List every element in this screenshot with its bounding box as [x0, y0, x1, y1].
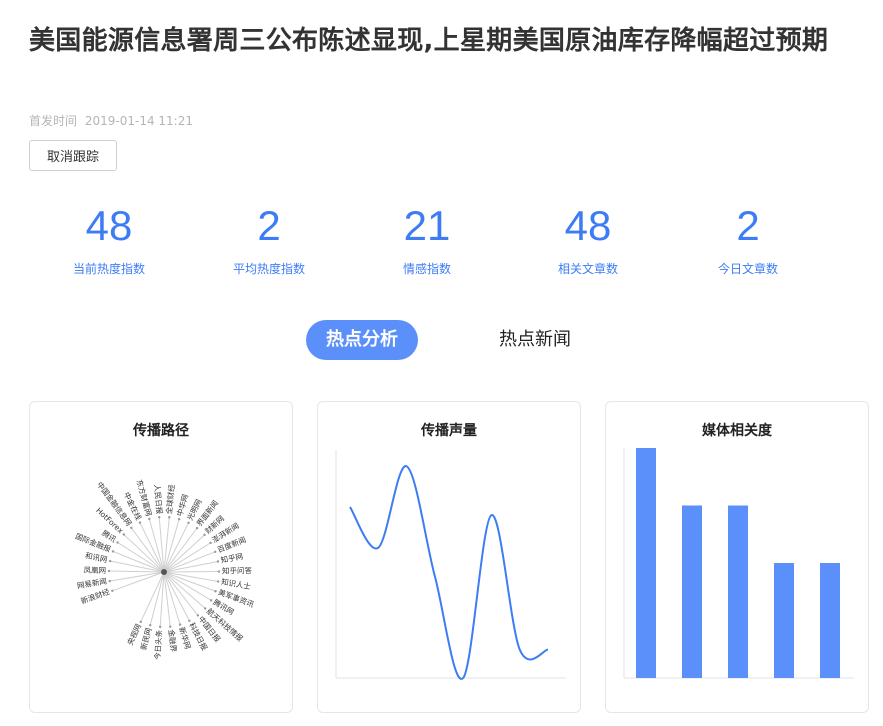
media-relevance-bar: [682, 505, 702, 678]
radial-node: [148, 517, 151, 521]
article-title: 美国能源信息署周三公布陈述显现,上星期美国原油库存降幅超过预期: [29, 26, 829, 56]
radial-node: [178, 623, 182, 626]
volume-card: 传播声量: [317, 401, 581, 713]
publish-time: 2019-01-14 11:21: [84, 114, 193, 128]
radial-node: [168, 516, 171, 519]
volume-series-line: [349, 465, 549, 680]
radial-node: [203, 607, 207, 610]
stat-label: 平均热度指数: [232, 262, 305, 276]
stats-row: 48 当前热度指数 2 平均热度指数 21 情感指数 48 相关文章数 2 今日…: [29, 198, 829, 288]
stat-label: 今日文章数: [717, 262, 778, 276]
radial-edge: [163, 534, 205, 573]
radial-node-label: 今日头条: [152, 629, 164, 660]
radial-node: [130, 526, 133, 529]
radial-node-label: 人民日报: [152, 484, 165, 515]
radial-edge: [123, 534, 165, 573]
stat-current-heat: 48 当前热度指数: [29, 198, 189, 277]
stat-label: 当前热度指数: [72, 262, 145, 276]
radial-node: [177, 517, 181, 521]
radial-node-label: 和讯网: [84, 551, 108, 564]
radial-node: [188, 619, 191, 622]
media-relevance-bar: [774, 563, 794, 678]
publish-label: 首发时间: [29, 114, 78, 128]
stat-value: 48: [564, 202, 612, 249]
radial-node: [149, 624, 152, 627]
radial-node: [209, 541, 212, 545]
radial-node: [138, 521, 142, 524]
tab-hot-news[interactable]: 热点新闻: [480, 320, 590, 360]
stat-average-heat: 2 平均热度指数: [189, 198, 349, 277]
radial-node: [158, 625, 162, 629]
radial-node: [139, 620, 142, 624]
stat-label: 相关文章数: [557, 262, 618, 276]
radial-node: [213, 550, 217, 554]
radial-edge: [163, 571, 171, 627]
radial-node: [216, 560, 220, 563]
radial-node: [111, 550, 115, 553]
radial-node: [122, 533, 125, 536]
radial-node: [116, 541, 119, 544]
propagation-path-card: 传播路径 新浪财经 网易新闻 凤凰网 和讯网 国际金融报 腾讯 HotForex 中国金融信息…: [29, 401, 293, 713]
radial-node: [209, 599, 213, 602]
analysis-tabs: 热点分析 热点新闻: [0, 320, 883, 360]
untrack-button[interactable]: 取消跟踪: [29, 140, 117, 171]
stat-value: 2: [257, 202, 281, 249]
radial-node: [217, 570, 221, 573]
publish-meta: 首发时间 2019-01-14 11:21: [29, 112, 193, 129]
media-relevance-bar-chart: [623, 448, 854, 679]
stat-value: 48: [85, 202, 133, 249]
radial-node-label: 凤凰网: [83, 566, 106, 575]
radial-node-label: 金融界: [167, 629, 180, 653]
volume-line-chart: [335, 450, 566, 680]
radial-node: [111, 589, 114, 593]
propagation-radial-tree: 新浪财经网易新闻凤凰网和讯网国际金融报腾讯HotForex中国金融信息网中金在线…: [74, 478, 256, 660]
radial-root-node: [161, 569, 167, 575]
radial-edge: [163, 571, 206, 609]
stat-sentiment: 21 情感指数: [347, 198, 507, 277]
radial-edge: [108, 570, 165, 573]
media-relevance-bar: [636, 448, 656, 678]
radial-edge: [109, 571, 165, 582]
stat-value: 2: [736, 202, 760, 249]
radial-node-label: 全球财经: [164, 483, 177, 514]
radial-node: [196, 614, 200, 617]
radial-node: [108, 579, 111, 583]
tab-hot-analysis[interactable]: 热点分析: [306, 320, 418, 360]
radial-node-label: 知乎问答: [222, 565, 253, 575]
radial-node: [108, 559, 112, 563]
media-relevance-bar: [728, 505, 748, 678]
radial-node: [214, 590, 217, 593]
radial-node: [187, 521, 190, 524]
radial-node: [216, 580, 220, 583]
radial-node: [195, 526, 199, 530]
stat-today-articles: 2 今日文章数: [668, 198, 828, 277]
radial-node: [169, 625, 172, 628]
radial-node: [203, 533, 206, 537]
radial-node: [107, 569, 111, 573]
stat-related-articles: 48 相关文章数: [508, 198, 668, 277]
stat-label: 情感指数: [402, 262, 451, 276]
media-relevance-bar: [820, 563, 840, 678]
radial-node: [158, 516, 161, 519]
stat-value: 21: [403, 202, 451, 249]
media-relevance-card: 媒体相关度: [605, 401, 869, 713]
